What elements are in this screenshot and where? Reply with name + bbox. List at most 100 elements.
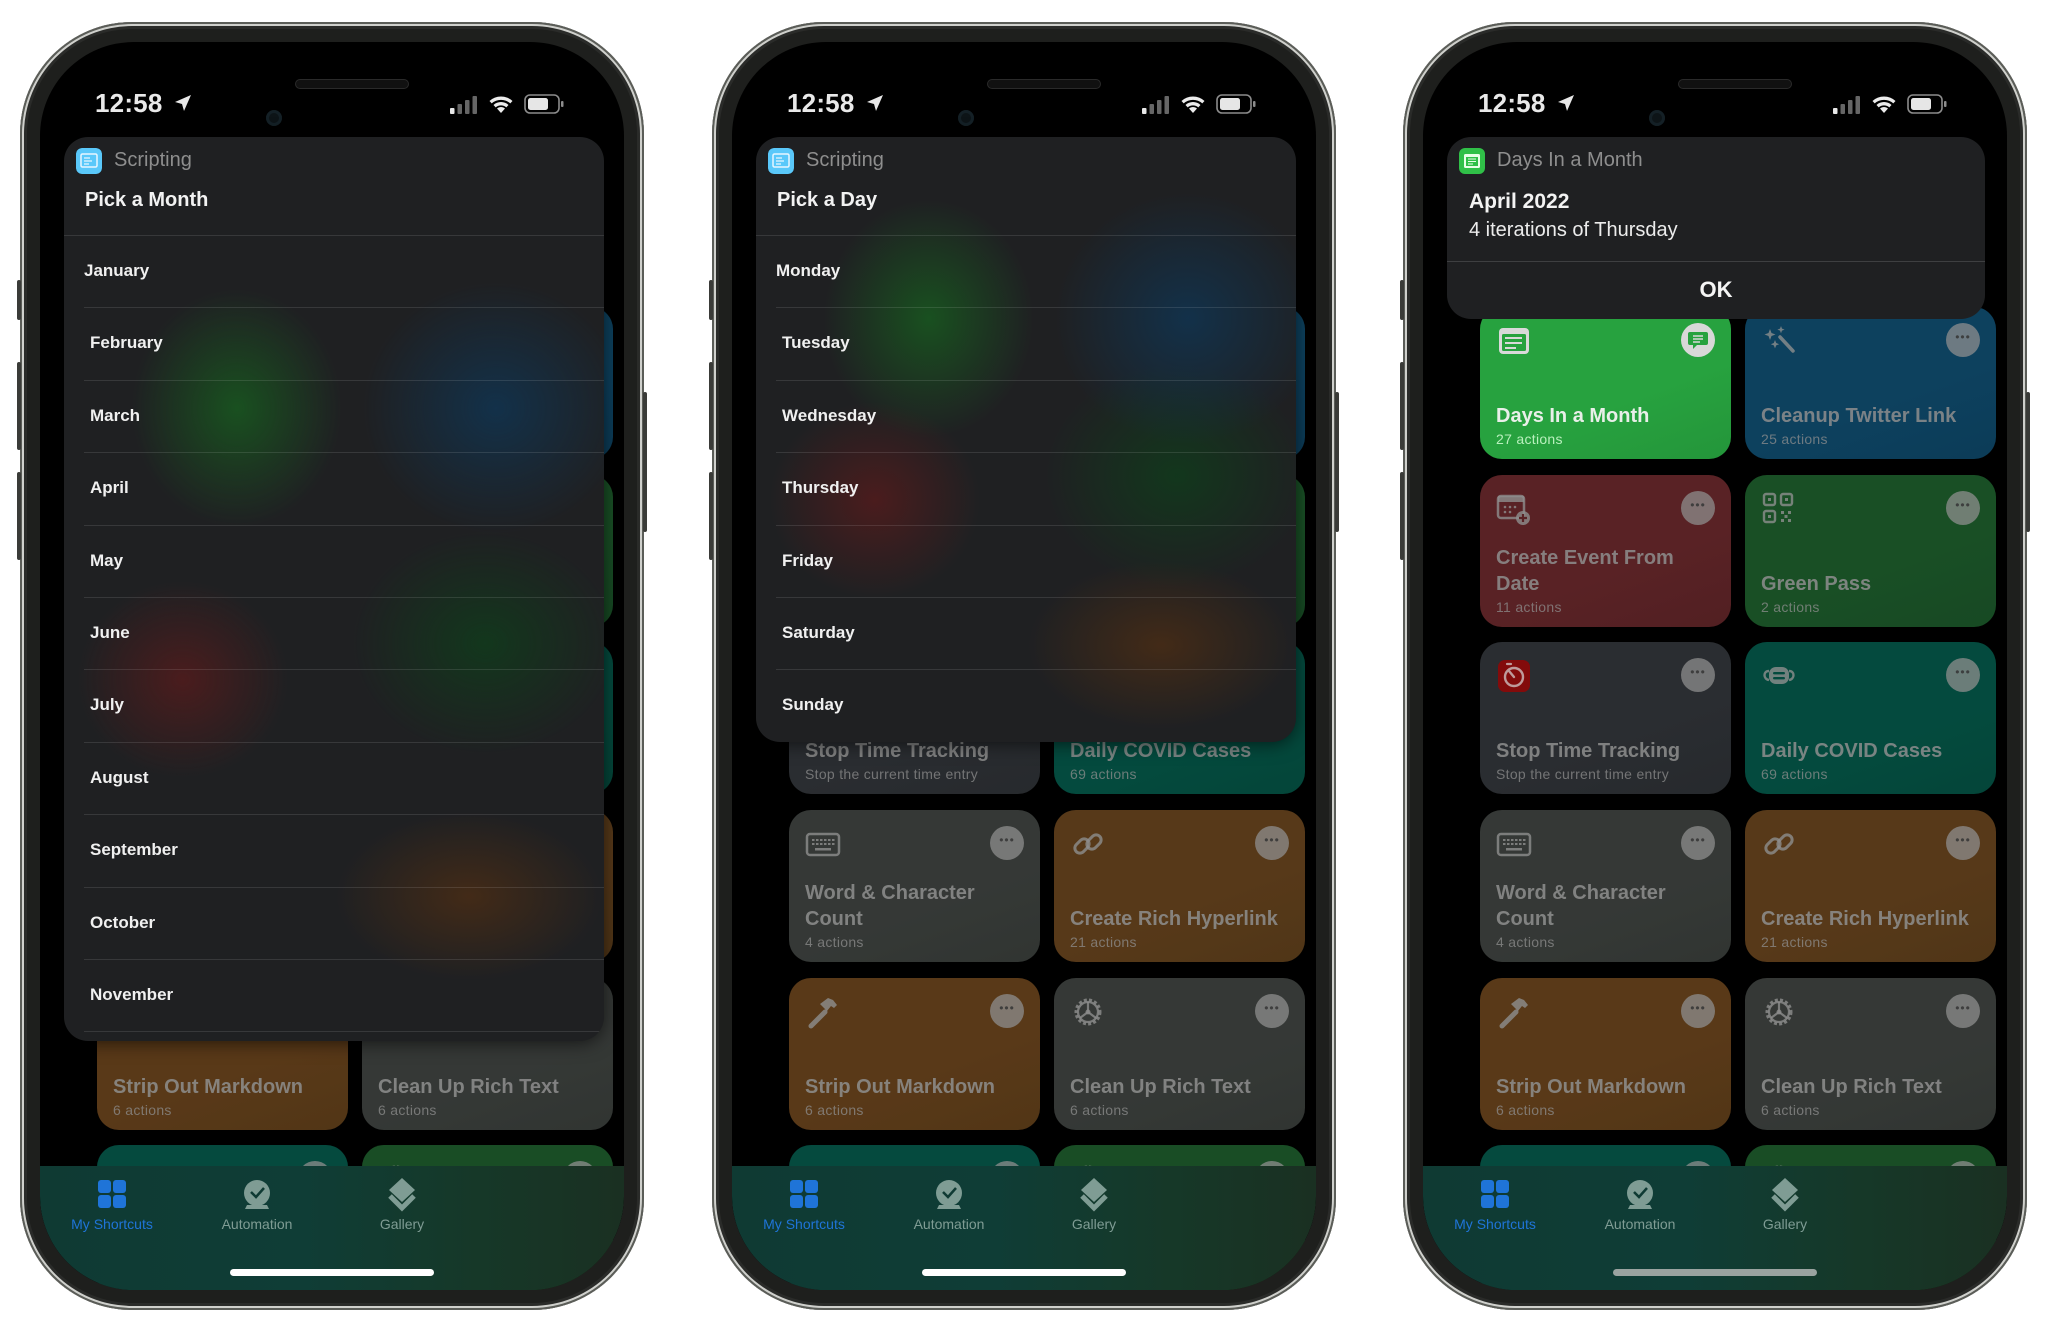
shortcut-name: Stop Time Tracking [805,740,990,762]
shortcut-tile[interactable]: Create Rich Hyperlink 21 actions [1745,810,1996,962]
shortcut-tile[interactable]: Create Rich Hyperlink 21 actions [1054,810,1305,962]
shortcut-tile[interactable]: Cleanup Twitter Link 25 actions [1745,307,1996,459]
more-button[interactable] [990,826,1024,860]
tab-label: Gallery [1071,1216,1117,1232]
qr-code-icon [1762,492,1794,524]
shortcut-name: Stop Time Tracking [1496,740,1681,762]
more-button[interactable] [1681,491,1715,525]
tab-gallery[interactable]: Gallery [332,1176,472,1232]
home-indicator[interactable] [230,1269,434,1276]
list-option[interactable]: August [84,741,604,814]
list-option[interactable]: September [84,814,604,886]
gear-icon [1074,998,1102,1026]
tab-gallery[interactable]: Gallery [1024,1176,1164,1232]
list-option[interactable]: Tuesday [776,307,1296,379]
more-button[interactable] [1946,658,1980,692]
list-option[interactable]: November [84,958,604,1031]
more-button[interactable] [1946,994,1980,1028]
list-option[interactable]: July [84,669,604,741]
speech-bubble-icon[interactable] [1681,323,1715,357]
sheet-header: Scripting Pick a Month [64,137,604,235]
list-option[interactable]: Wednesday [776,379,1296,452]
list-option[interactable]: Friday [776,524,1296,597]
hammer-icon [1499,998,1528,1029]
shortcut-subtitle: 4 actions [805,934,864,950]
side-button [17,472,21,560]
keyboard-icon [1496,832,1532,857]
shortcut-tile[interactable]: Daily COVID Cases 69 actions [1745,642,1996,794]
more-button[interactable] [990,994,1024,1028]
list-option[interactable]: June [84,596,604,669]
tab-bar: My Shortcuts Automation Gallery [1423,1166,2007,1290]
list-option[interactable]: October [84,886,604,959]
list-option[interactable]: May [84,524,604,597]
option-label: September [90,840,178,860]
shortcut-tile[interactable]: Clean Up Rich Text 6 actions [1745,978,1996,1130]
tab-my-shortcuts[interactable]: My Shortcuts [734,1176,874,1232]
scripting-icon [76,148,102,174]
list-option[interactable]: February [84,307,604,379]
option-label: Sunday [782,695,844,715]
list-option[interactable]: Monday [756,235,1296,307]
shortcut-name: Strip Out Markdown [113,1076,303,1098]
tab-my-shortcuts[interactable]: My Shortcuts [42,1176,182,1232]
list-option[interactable]: January [64,235,604,307]
shortcut-tile[interactable]: Create Event From Date 11 actions [1480,475,1731,627]
shortcut-subtitle: 11 actions [1496,599,1562,615]
shortcut-tile[interactable]: Days In a Month 27 actions [1480,307,1731,459]
ok-button[interactable]: OK [1447,261,1985,319]
more-button[interactable] [1681,994,1715,1028]
shortcut-tile[interactable]: Green Pass 2 actions [1745,475,1996,627]
shortcut-subtitle: 6 actions [1070,1102,1129,1118]
tab-automation[interactable]: Automation [187,1176,327,1232]
shortcut-tile[interactable]: Stop Time Tracking Stop the current time … [1480,642,1731,794]
tab-gallery[interactable]: Gallery [1715,1176,1855,1232]
shortcut-tile[interactable]: Word & Character Count 4 actions [789,810,1040,962]
more-button[interactable] [1946,491,1980,525]
more-button[interactable] [1946,826,1980,860]
tab-automation[interactable]: Automation [1570,1176,1710,1232]
shortcut-name: Strip Out Markdown [805,1076,995,1098]
shortcut-tile[interactable]: Strip Out Markdown 6 actions [789,978,1040,1130]
shortcut-subtitle: 4 actions [1496,934,1555,950]
more-button[interactable] [1681,826,1715,860]
option-label: Tuesday [782,333,850,353]
side-button [1335,392,1339,532]
phone-result-alert: 12:58 Days In a Month27 actionsCleanup T… [1400,22,2030,1310]
option-label: Saturday [782,622,855,642]
alert-app-name: Days In a Month [1497,149,1643,171]
tab-label: Gallery [379,1216,425,1232]
alert-title: April 2022 [1469,190,1570,213]
shortcut-name: Cleanup Twitter Link [1761,405,1957,427]
tab-label: Gallery [1762,1216,1808,1232]
calendar-add-icon [1496,494,1530,525]
list-prompt: Pick a Day [777,189,878,211]
list-option[interactable]: March [84,379,604,452]
list-option[interactable]: Sunday [776,669,1296,741]
shortcut-tile[interactable]: Clean Up Rich Text 6 actions [1054,978,1305,1130]
tab-label: My Shortcuts [71,1216,153,1232]
more-button[interactable] [1255,994,1289,1028]
more-button[interactable] [1681,658,1715,692]
list-option[interactable]: Thursday [776,452,1296,524]
more-button[interactable] [1946,323,1980,357]
shortcut-name: Word & Character Count [805,882,975,930]
side-button [643,392,647,532]
shortcut-subtitle: 21 actions [1761,934,1828,950]
shortcut-name: Clean Up Rich Text [378,1076,559,1098]
shortcut-tile[interactable]: Word & Character Count 4 actions [1480,810,1731,962]
side-button [709,280,713,320]
shortcut-subtitle: 69 actions [1761,766,1828,782]
more-button[interactable] [1255,826,1289,860]
list-option[interactable]: Saturday [776,596,1296,669]
home-indicator[interactable] [922,1269,1126,1276]
days-in-month-icon [1459,148,1485,174]
shortcut-tile[interactable]: Strip Out Markdown 6 actions [1480,978,1731,1130]
list-option[interactable]: April [84,452,604,524]
home-indicator[interactable] [1613,1269,1817,1276]
shortcut-name: Create Event From Date [1496,547,1674,595]
tab-automation[interactable]: Automation [879,1176,1019,1232]
tab-my-shortcuts[interactable]: My Shortcuts [1425,1176,1565,1232]
option-label: April [90,478,129,498]
option-label: June [90,622,130,642]
